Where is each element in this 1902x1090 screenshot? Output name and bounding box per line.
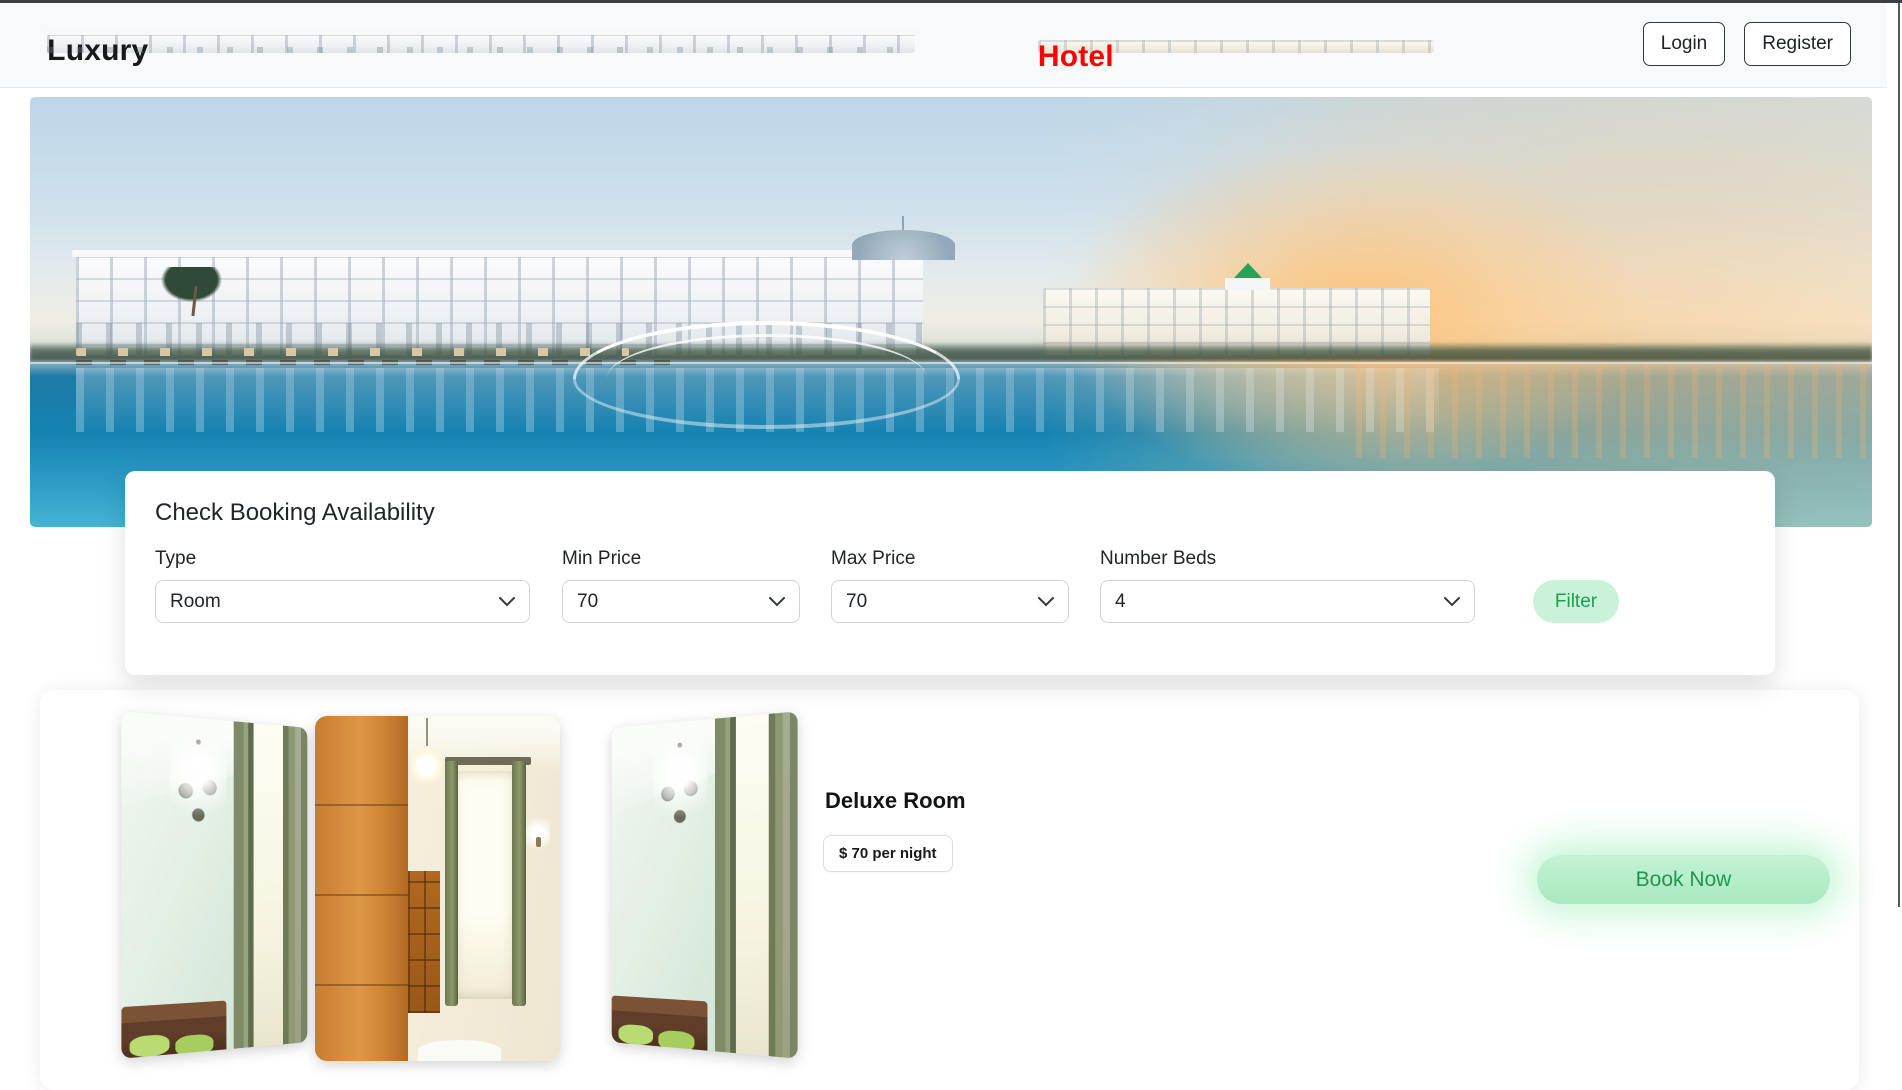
number-beds-field-group: Number Beds 4 [1100, 548, 1475, 623]
type-field-group: Type Room [155, 548, 530, 623]
register-button[interactable]: Register [1744, 22, 1851, 66]
room-listing-card: Deluxe Room $ 70 per night Book Now [40, 690, 1859, 1090]
chandelier-graphic [653, 733, 707, 840]
hanging-lamp-graphic [411, 744, 443, 789]
max-price-field-group: Max Price 70 [831, 548, 1069, 623]
max-price-label: Max Price [831, 548, 1069, 570]
min-price-field-group: Min Price 70 [562, 548, 800, 623]
navbar: Luxury Hotel Home Rooms Addational Servi… [0, 3, 1887, 88]
chevron-down-icon [769, 597, 785, 607]
type-select-value: Room [170, 591, 221, 613]
booking-card-title: Check Booking Availability [155, 499, 1745, 527]
min-price-select[interactable]: 70 [562, 580, 800, 623]
drape-right-graphic [512, 761, 525, 1006]
room-photo-left[interactable] [121, 711, 307, 1058]
hero-image [30, 97, 1872, 527]
booking-filter-form: Type Room Min Price 70 Max Price 70 Numb… [155, 548, 1745, 623]
chevron-down-icon [1038, 597, 1054, 607]
wardrobe-graphic [315, 716, 408, 1061]
max-price-select-value: 70 [846, 591, 867, 613]
chandelier-graphic [170, 729, 227, 839]
pool-reflection-graphic [76, 368, 1439, 433]
login-button[interactable]: Login [1643, 22, 1726, 66]
max-price-select[interactable]: 70 [831, 580, 1069, 623]
brand-text-accent: Hotel [1038, 40, 1434, 53]
type-label: Type [155, 548, 530, 570]
scrollbar-thumb[interactable] [1898, 0, 1900, 907]
dome-graphic [852, 230, 955, 260]
room-photo-right[interactable] [612, 711, 798, 1058]
bed-duvet-graphic [418, 1040, 501, 1061]
curtain-window-graphic [715, 711, 798, 1058]
room-name: Deluxe Room [825, 788, 966, 814]
number-beds-select[interactable]: 4 [1100, 580, 1475, 623]
chevron-down-icon [499, 597, 515, 607]
number-beds-select-value: 4 [1115, 591, 1126, 613]
number-beds-label: Number Beds [1100, 548, 1475, 570]
chevron-down-icon [1444, 597, 1460, 607]
type-select[interactable]: Room [155, 580, 530, 623]
filter-button[interactable]: Filter [1533, 580, 1619, 623]
green-tower-graphic [1225, 278, 1269, 289]
scrollbar-gutter[interactable] [1887, 0, 1902, 907]
curtain-window-graphic [234, 721, 308, 1048]
palm-tree-graphic [150, 267, 233, 310]
brand-text-primary: Luxury [47, 34, 915, 53]
price-badge: $ 70 per night [823, 835, 953, 872]
window-top-edge [0, 0, 1902, 3]
booking-availability-card: Check Booking Availability Type Room Min… [125, 471, 1775, 675]
min-price-label: Min Price [562, 548, 800, 570]
min-price-select-value: 70 [577, 591, 598, 613]
auth-buttons: Login Register [1643, 22, 1851, 66]
room-photo-center[interactable] [315, 716, 560, 1061]
sunset-reflection-graphic [1356, 364, 1872, 459]
window-graphic [452, 771, 516, 999]
umbrella-row-graphic [76, 348, 629, 356]
book-now-button[interactable]: Book Now [1537, 855, 1830, 904]
shelf-unit-graphic [408, 871, 440, 1012]
wall-sconce-graphic [526, 816, 551, 854]
drape-left-graphic [445, 761, 458, 1006]
